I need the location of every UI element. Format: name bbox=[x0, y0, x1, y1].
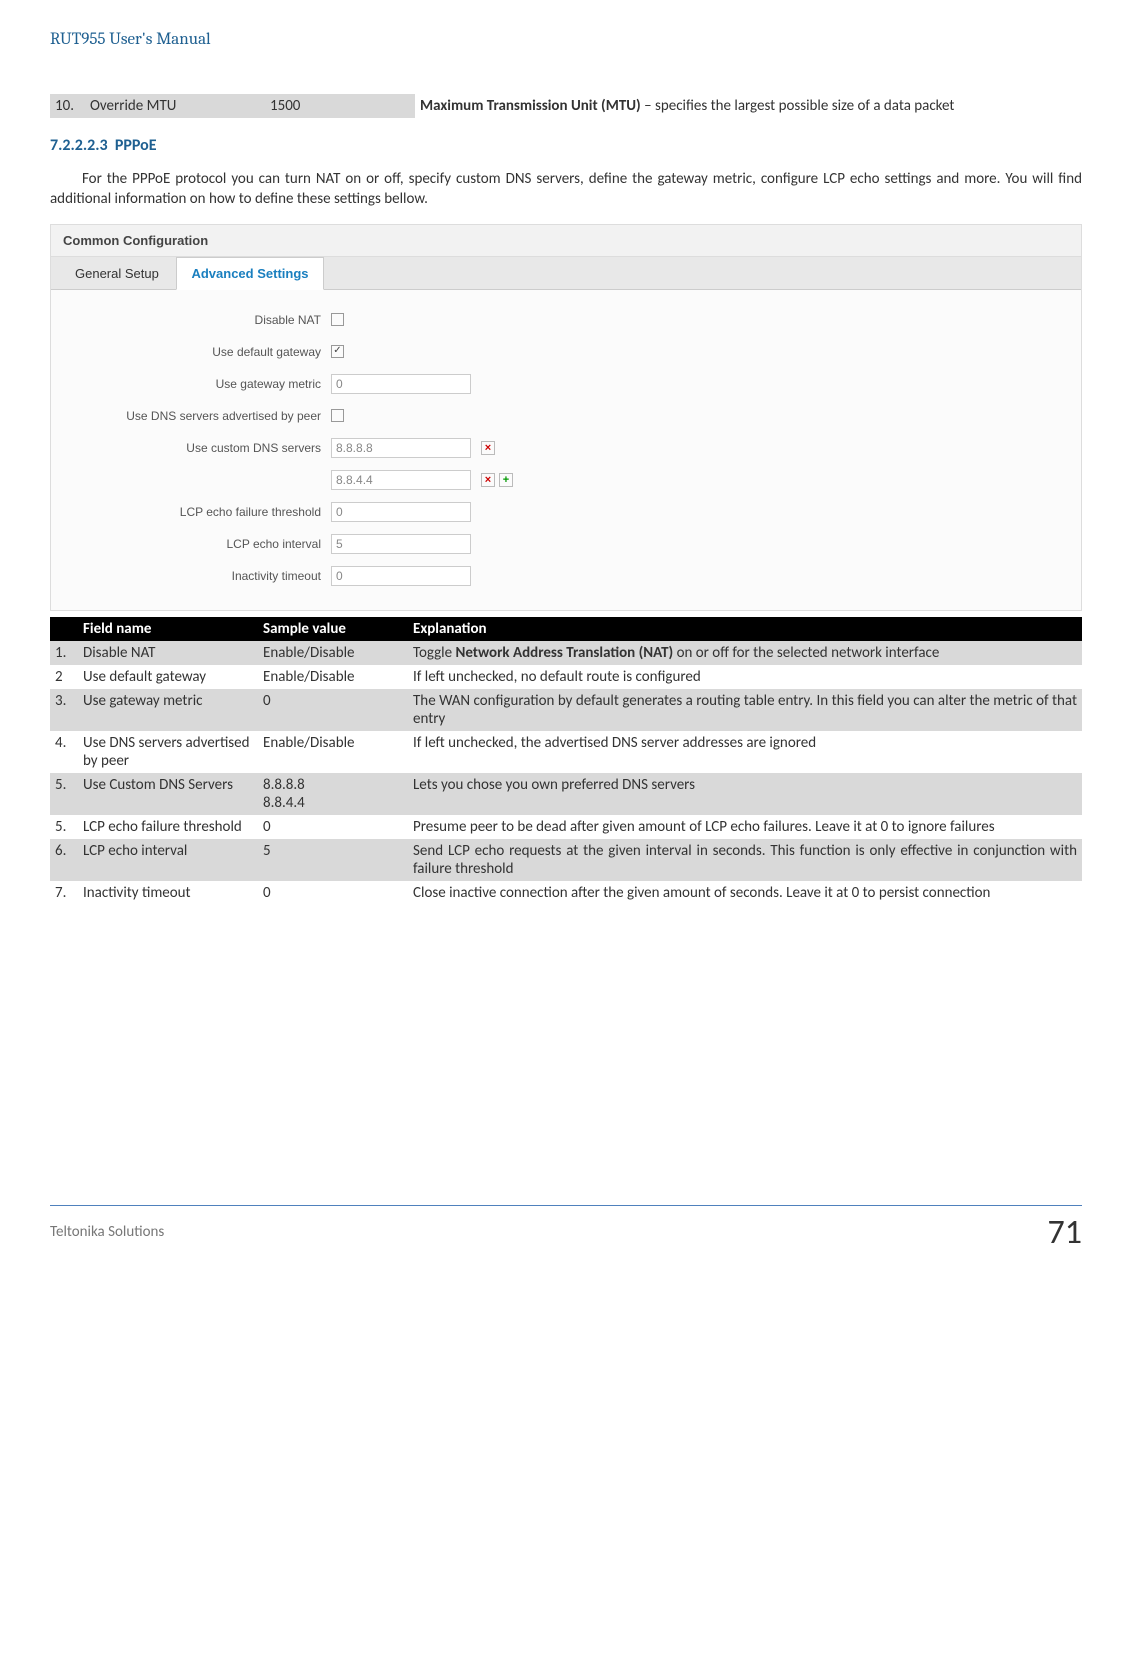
tab-advanced-settings[interactable]: Advanced Settings bbox=[176, 257, 323, 290]
table-row: 5. LCP echo failure threshold 0 Presume … bbox=[50, 815, 1082, 839]
tab-general-setup[interactable]: General Setup bbox=[61, 258, 173, 289]
th-sample-value: Sample value bbox=[258, 617, 408, 641]
label-inactivity: Inactivity timeout bbox=[71, 569, 331, 583]
spec-table: Field name Sample value Explanation 1. D… bbox=[50, 617, 1082, 905]
label-lcp-interval: LCP echo interval bbox=[71, 537, 331, 551]
input-inactivity[interactable] bbox=[331, 566, 471, 586]
delete-dns-icon[interactable]: × bbox=[481, 473, 495, 487]
top-row-name: Override MTU bbox=[85, 94, 265, 118]
section-heading: 7.2.2.2.3 PPPoE bbox=[50, 136, 1082, 155]
table-row: 2 Use default gateway Enable/Disable If … bbox=[50, 665, 1082, 689]
common-configuration-panel: Common Configuration General Setup Advan… bbox=[50, 224, 1082, 611]
label-dns-advertised-peer: Use DNS servers advertised by peer bbox=[71, 409, 331, 423]
input-gateway-metric[interactable] bbox=[331, 374, 471, 394]
footer-page-number: 71 bbox=[1048, 1212, 1082, 1253]
checkbox-disable-nat[interactable] bbox=[331, 313, 344, 326]
table-row: 4. Use DNS servers advertised by peer En… bbox=[50, 731, 1082, 773]
table-row: 6. LCP echo interval 5 Send LCP echo req… bbox=[50, 839, 1082, 881]
delete-dns-icon[interactable]: × bbox=[481, 441, 495, 455]
label-lcp-fail: LCP echo failure threshold bbox=[71, 505, 331, 519]
label-use-gateway-metric: Use gateway metric bbox=[71, 377, 331, 391]
table-row: 3. Use gateway metric 0 The WAN configur… bbox=[50, 689, 1082, 731]
top-row-num: 10. bbox=[50, 94, 85, 118]
table-row: 5. Use Custom DNS Servers 8.8.8.8 8.8.4.… bbox=[50, 773, 1082, 815]
tab-row: General Setup Advanced Settings bbox=[51, 257, 1081, 290]
input-custom-dns-2[interactable] bbox=[331, 470, 471, 490]
footer-company: Teltonika Solutions bbox=[50, 1223, 164, 1241]
table-row: 7. Inactivity timeout 0 Close inactive c… bbox=[50, 881, 1082, 905]
label-use-default-gateway: Use default gateway bbox=[71, 345, 331, 359]
top-row-sample: 1500 bbox=[265, 94, 415, 118]
section-body-text: For the PPPoE protocol you can turn NAT … bbox=[50, 169, 1082, 210]
add-dns-icon[interactable]: + bbox=[499, 473, 513, 487]
th-explanation: Explanation bbox=[408, 617, 1082, 641]
top-spec-table: 10. Override MTU 1500 Maximum Transmissi… bbox=[50, 94, 1082, 118]
input-custom-dns-1[interactable] bbox=[331, 438, 471, 458]
panel-title: Common Configuration bbox=[51, 225, 1081, 257]
table-row: 1. Disable NAT Enable/Disable Toggle Net… bbox=[50, 641, 1082, 665]
input-lcp-interval[interactable] bbox=[331, 534, 471, 554]
input-lcp-fail[interactable] bbox=[331, 502, 471, 522]
label-custom-dns: Use custom DNS servers bbox=[71, 441, 331, 455]
checkbox-use-default-gateway[interactable]: ✓ bbox=[331, 345, 344, 358]
document-title: RUT955 User's Manual bbox=[50, 30, 1082, 49]
top-row-exp: Maximum Transmission Unit (MTU) – specif… bbox=[415, 94, 1082, 118]
page-footer: Teltonika Solutions 71 bbox=[50, 1205, 1082, 1253]
label-disable-nat: Disable NAT bbox=[71, 313, 331, 327]
checkbox-dns-advertised-peer[interactable] bbox=[331, 409, 344, 422]
th-field-name: Field name bbox=[78, 617, 258, 641]
